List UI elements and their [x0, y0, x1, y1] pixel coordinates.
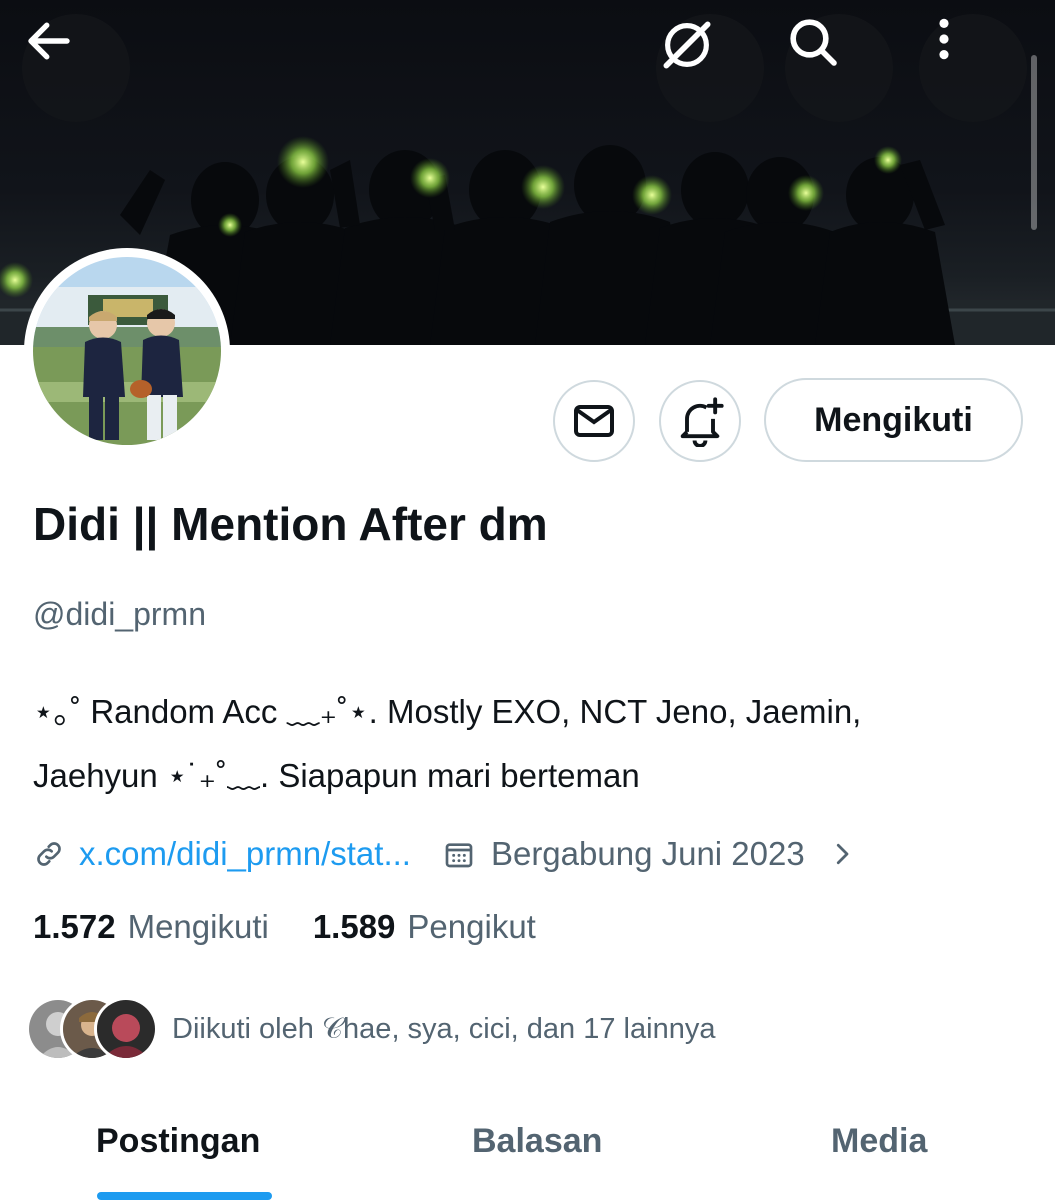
calendar-icon	[445, 843, 473, 868]
arrow-left-icon	[28, 22, 70, 60]
joined-date: Bergabung Juni 2023	[490, 835, 805, 872]
joined-info: Bergabung Juni 2023	[443, 835, 805, 873]
search-button[interactable]	[785, 14, 893, 122]
following-stat[interactable]: 1.572 Mengikuti	[33, 908, 269, 946]
bio-line-1: ⋆｡˚ Random Acc ﹏₊˚⋆. Mostly EXO, NCT Jen…	[33, 693, 862, 730]
followed-by[interactable]: Diikuti oleh 𝒞hae, sya, cici, dan 17 lai…	[26, 996, 715, 1062]
more-vertical-icon	[939, 18, 949, 60]
link-icon	[37, 842, 61, 866]
bio-line-2: Jaehyun ⋆˙₊˚﹏. Siapapun mari berteman	[33, 757, 640, 794]
expand-meta-button[interactable]	[827, 839, 857, 869]
profile-bio: ⋆｡˚ Random Acc ﹏₊˚⋆. Mostly EXO, NCT Jen…	[33, 680, 1023, 808]
following-count: 1.572	[33, 908, 116, 945]
scrollbar[interactable]	[1031, 55, 1037, 230]
profile-tabs: Postingan Balasan Media	[0, 1110, 1055, 1200]
message-button[interactable]	[553, 380, 635, 462]
follower-avatar	[94, 997, 158, 1061]
active-tab-indicator	[97, 1192, 272, 1200]
profile-handle: @didi_prmn	[33, 596, 206, 632]
tab-balasan[interactable]: Balasan	[472, 1122, 602, 1161]
profile-name: Didi || Mention After dm	[33, 498, 548, 550]
followers-stat[interactable]: 1.589 Pengikut	[313, 908, 536, 946]
grok-button[interactable]	[656, 14, 764, 122]
profile-stats: 1.572 Mengikuti 1.589 Pengikut	[33, 908, 536, 946]
profile-link[interactable]: x.com/didi_prmn/stat...	[79, 835, 411, 873]
followed-by-prefix: Diikuti oleh	[172, 1012, 322, 1045]
back-button[interactable]	[22, 14, 130, 122]
more-options-button[interactable]	[919, 14, 1027, 122]
following-button[interactable]: Mengikuti	[764, 378, 1023, 462]
following-label: Mengikuti	[127, 908, 269, 945]
tab-media[interactable]: Media	[831, 1122, 927, 1161]
avatar-image	[33, 257, 221, 445]
profile-avatar[interactable]	[24, 248, 230, 454]
tab-postingan[interactable]: Postingan	[96, 1122, 260, 1161]
bell-plus-icon	[680, 397, 724, 447]
followers-count: 1.589	[312, 908, 396, 945]
grok-icon	[663, 21, 711, 69]
followed-by-name: 𝒞hae	[321, 1012, 392, 1045]
followers-label: Pengikut	[407, 908, 536, 945]
mail-icon	[574, 405, 614, 437]
followed-by-rest: , sya, cici, dan 17 lainnya	[391, 1012, 716, 1045]
chevron-right-icon	[836, 843, 849, 865]
followed-by-text: Diikuti oleh 𝒞hae, sya, cici, dan 17 lai…	[172, 1013, 715, 1046]
profile-meta: x.com/didi_prmn/stat... Bergabung Juni 2…	[33, 826, 857, 882]
notify-button[interactable]	[659, 380, 741, 462]
search-icon	[790, 19, 837, 66]
